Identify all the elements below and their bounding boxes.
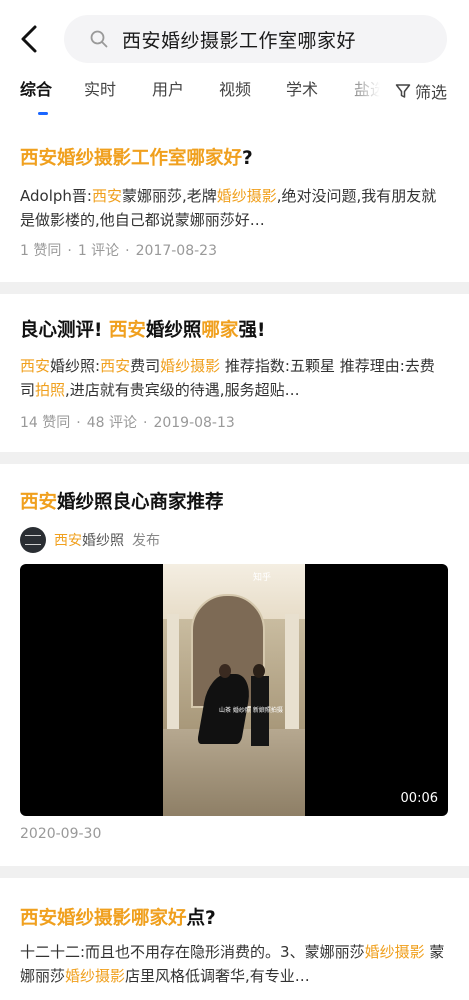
video-player[interactable]: 知乎 山茶 婚纱照 新娘照拍摄 00:06	[20, 564, 448, 816]
result-meta: 14 赞同 · 48 评论 · 2019-08-13	[20, 415, 235, 431]
search-box[interactable]: 西安婚纱摄影工作室哪家好	[64, 15, 447, 63]
result-title[interactable]: 西安婚纱照良心商家推荐	[20, 488, 224, 514]
comment-count: 48 评论	[86, 415, 137, 431]
text-segment: 婚纱照	[145, 320, 202, 341]
result-title[interactable]: 良心测评! 西安婚纱照哪家强!	[20, 316, 265, 342]
tab-users[interactable]: 用户	[152, 80, 184, 100]
tab-bar: 综合 实时 用户 视频 学术 盐选 筛选	[0, 80, 469, 124]
text-segment: 蒙娜丽莎,老牌	[121, 187, 217, 205]
author-name[interactable]: 西安婚纱照	[54, 530, 124, 550]
result-snippet: 西安婚纱照:西安费司婚纱摄影 推荐指数:五颗星 推荐理由:去费司拍照,进店就有贵…	[20, 354, 448, 402]
text-segment: 店里风格低调奢华,有专业…	[125, 967, 310, 985]
keyword-highlight: 西安	[91, 187, 122, 205]
avatar[interactable]	[20, 527, 46, 553]
text-segment: 婚纱照:	[50, 357, 101, 375]
keyword-highlight: 婚纱摄影	[364, 943, 425, 961]
result-card-3[interactable]: 西安婚纱照良心商家推荐 西安婚纱照 发布 知乎 山茶 婚纱照 新娘照拍摄 00:…	[0, 464, 469, 866]
text-segment: 婚纱照	[82, 533, 124, 549]
filter-button[interactable]: 筛选	[393, 80, 448, 102]
tab-comprehensive[interactable]: 综合	[20, 80, 52, 100]
text-segment: 十二十二:而且也不用存在隐形消费的。3、蒙娜丽莎	[20, 943, 365, 961]
text-segment: 婚纱照良心商家推荐	[57, 492, 224, 513]
result-snippet: 十二十二:而且也不用存在隐形消费的。3、蒙娜丽莎婚纱摄影 蒙娜丽莎婚纱摄影店里风…	[20, 940, 448, 988]
like-count: 14 赞同	[20, 415, 71, 431]
like-count: 1 赞同	[20, 243, 62, 259]
keyword-highlight: 拍照	[35, 381, 66, 399]
keyword-highlight: 婚纱摄影	[160, 357, 221, 375]
keyword-highlight: 婚纱摄影	[65, 967, 126, 985]
author-suffix: 发布	[132, 533, 160, 549]
keyword-highlight: 西安婚纱摄影工作室哪家好	[20, 148, 243, 169]
back-arrow-icon	[21, 25, 37, 53]
result-card-2[interactable]: 良心测评! 西安婚纱照哪家强! 西安婚纱照:西安费司婚纱摄影 推荐指数:五颗星 …	[0, 294, 469, 452]
text-segment: ?	[242, 148, 253, 169]
text-segment: ,进店就有贵宾级的待遇,服务超贴…	[65, 381, 300, 399]
post-date: 2020-09-30	[20, 826, 102, 842]
search-icon	[90, 30, 108, 48]
post-date: 2017-08-23	[135, 243, 217, 259]
video-caption: 山茶 婚纱照 新娘照拍摄	[219, 707, 283, 714]
result-title[interactable]: 西安婚纱摄影哪家好点?	[20, 904, 216, 930]
result-meta: 1 赞同 · 1 评论 · 2017-08-23	[20, 243, 217, 259]
keyword-highlight: 西安	[100, 357, 131, 375]
filter-icon	[395, 84, 411, 98]
tab-academic[interactable]: 学术	[286, 80, 318, 100]
text-segment: 良心测评!	[20, 320, 109, 341]
text-segment: Adolph晋:	[20, 187, 92, 205]
text-segment: 点?	[186, 908, 216, 929]
comment-count: 1 评论	[77, 243, 120, 259]
result-snippet: Adolph晋:西安蒙娜丽莎,老牌婚纱摄影,绝对没问题,我有朋友就是做影楼的,他…	[20, 184, 448, 232]
filter-label: 筛选	[415, 83, 448, 102]
keyword-highlight: 西安	[20, 492, 58, 513]
result-card-4[interactable]: 西安婚纱摄影哪家好点? 十二十二:而且也不用存在隐形消费的。3、蒙娜丽莎婚纱摄影…	[0, 878, 469, 1000]
tab-realtime[interactable]: 实时	[84, 80, 116, 100]
text-segment: 费司	[130, 357, 161, 375]
author-row[interactable]: 西安婚纱照 发布	[20, 527, 160, 553]
keyword-highlight: 西安婚纱摄影哪家好	[20, 908, 187, 929]
keyword-highlight: 西安	[54, 533, 82, 549]
tab-fade	[338, 80, 398, 104]
post-date: 2019-08-13	[153, 415, 235, 431]
search-query[interactable]: 西安婚纱摄影工作室哪家好	[122, 26, 356, 53]
video-duration: 00:06	[400, 791, 438, 806]
keyword-highlight: 西安	[20, 357, 51, 375]
keyword-highlight: 西安	[108, 320, 146, 341]
active-tab-indicator	[38, 112, 48, 115]
tab-video[interactable]: 视频	[219, 80, 251, 100]
keyword-highlight: 婚纱摄影	[216, 187, 277, 205]
result-card-1[interactable]: 西安婚纱摄影工作室哪家好? Adolph晋:西安蒙娜丽莎,老牌婚纱摄影,绝对没问…	[0, 124, 469, 282]
back-button[interactable]	[12, 22, 46, 56]
video-watermark: 知乎	[253, 573, 272, 583]
keyword-highlight: 哪家	[201, 320, 239, 341]
result-title[interactable]: 西安婚纱摄影工作室哪家好?	[20, 144, 253, 170]
text-segment: 强!	[238, 320, 266, 341]
video-thumbnail: 知乎 山茶 婚纱照 新娘照拍摄	[163, 564, 305, 816]
top-bar: 西安婚纱摄影工作室哪家好	[0, 0, 469, 80]
